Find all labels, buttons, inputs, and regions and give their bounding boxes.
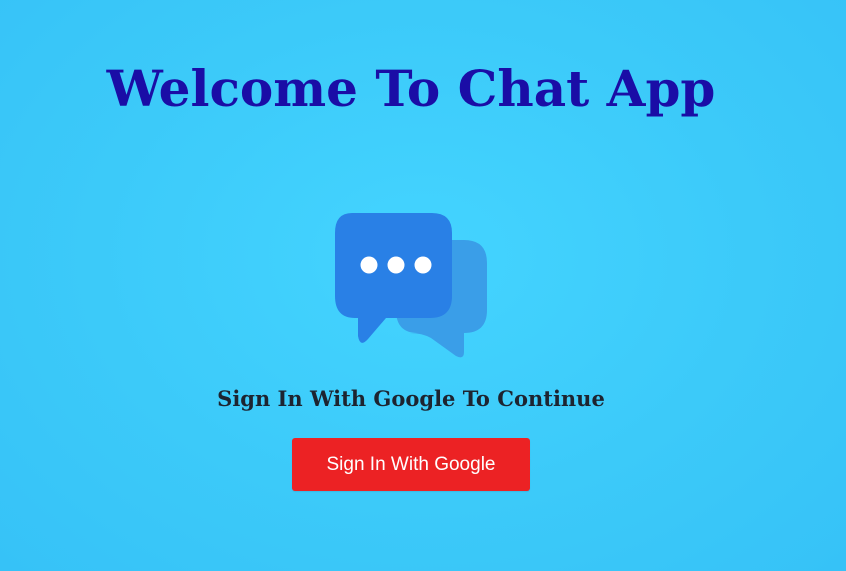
sign-in-prompt: Sign In With Google To Continue — [217, 386, 605, 411]
page-title: Welcome To Chat App — [106, 59, 716, 118]
chat-bubbles-icon — [330, 208, 492, 368]
sign-in-with-google-button[interactable]: Sign In With Google — [292, 438, 530, 491]
login-page: Welcome To Chat App Sign In With Google … — [0, 0, 846, 571]
